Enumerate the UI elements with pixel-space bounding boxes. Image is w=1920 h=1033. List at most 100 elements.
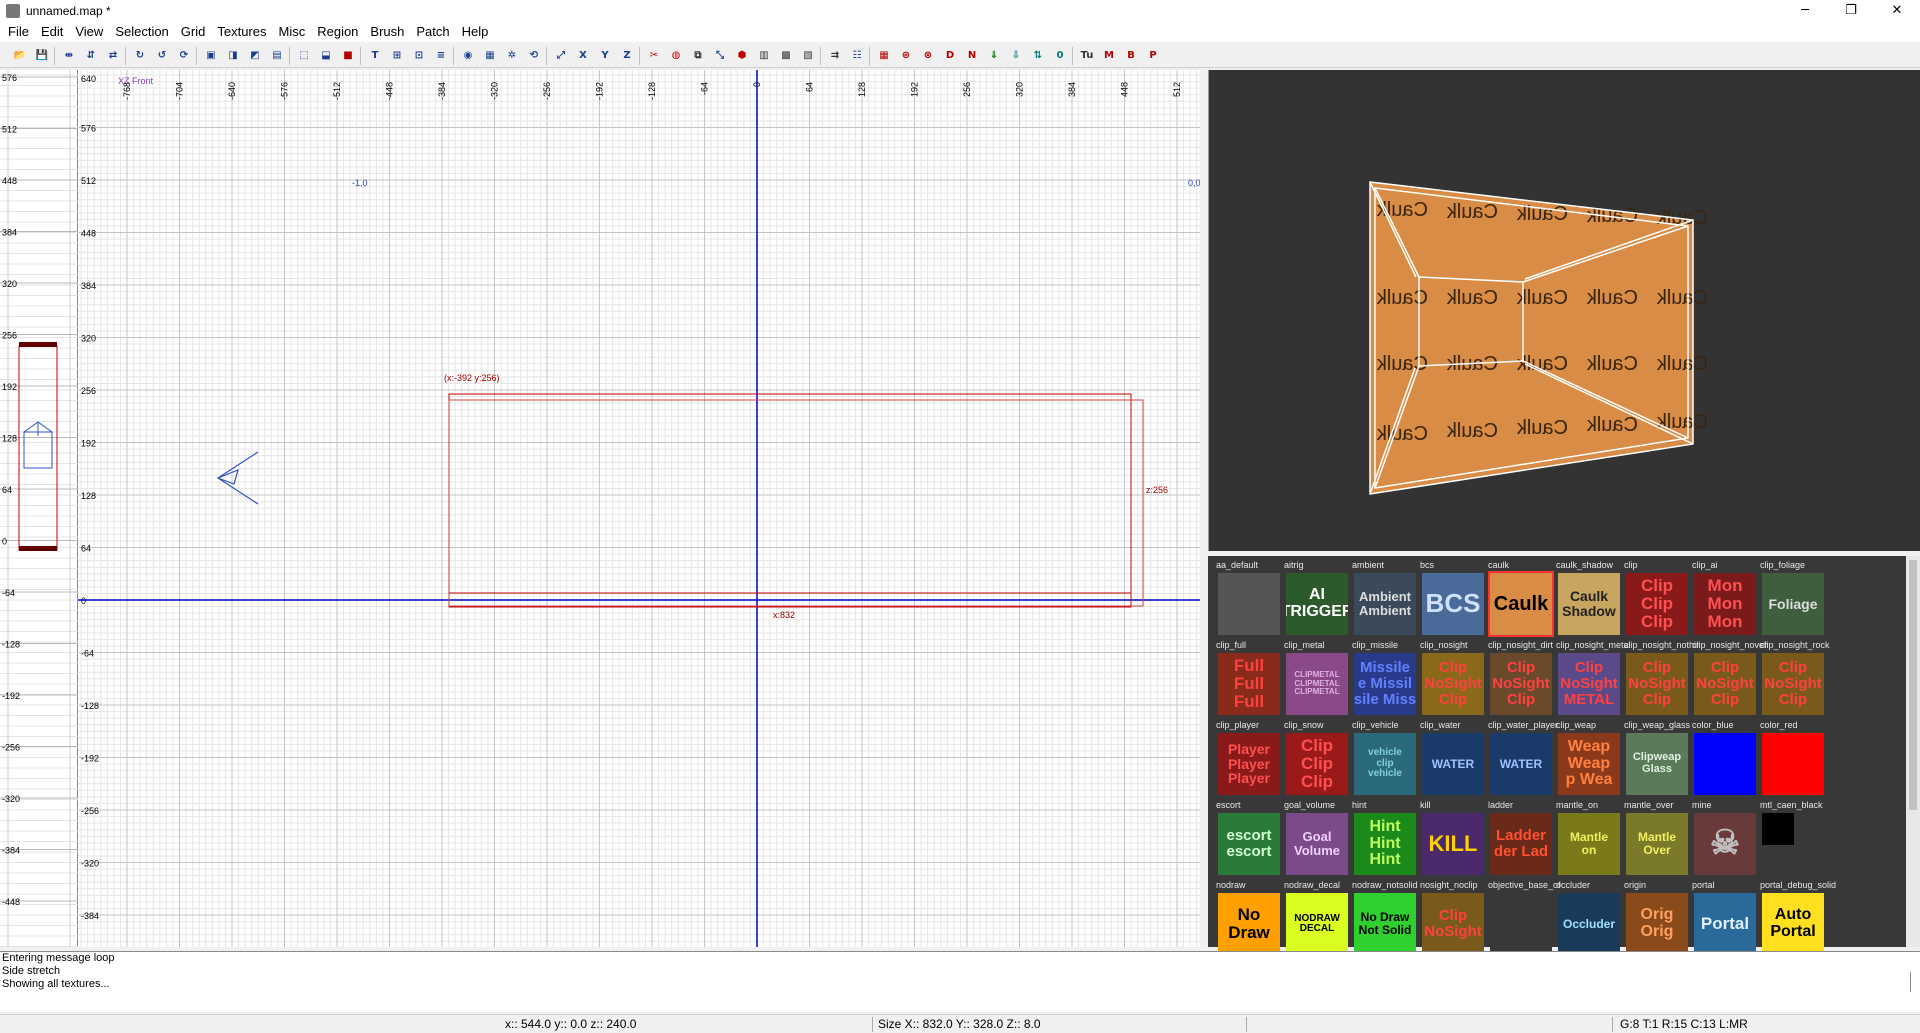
texture-tile[interactable]: clip_foliage Foliage xyxy=(1760,560,1824,638)
rotate-z-icon[interactable]: ⟳ xyxy=(176,47,192,63)
texture-tile[interactable]: occluder Occluder xyxy=(1556,880,1620,958)
texture-tile[interactable]: aa_default xyxy=(1216,560,1280,638)
texture-fit-icon[interactable]: ⊞ xyxy=(389,47,405,63)
texture-tile[interactable]: clip_missile Missile e Missil sile Miss xyxy=(1352,640,1416,718)
z-view[interactable]: 576 512 448 384 320 256 192 128 64 0 -64 -128 -192 -2… xyxy=(0,70,78,947)
texture-tile[interactable]: clip_ai Mon Mon Mon xyxy=(1692,560,1756,638)
ladder-icon[interactable]: ⇅ xyxy=(1030,47,1046,63)
patch-delete-icon[interactable]: ⤡ xyxy=(712,47,728,63)
view-x-icon[interactable]: X xyxy=(575,47,591,63)
texture-tile[interactable]: clip_full Full Full Full xyxy=(1216,640,1280,718)
entity-list-icon[interactable]: ⇉ xyxy=(827,47,843,63)
camera-view[interactable]: Caulk Caulk Caulk Caulk Caulk Caulk Caulk Caulk… xyxy=(1208,70,1920,551)
camera-icon[interactable]: ▦ xyxy=(482,47,498,63)
texture-tile[interactable]: nodraw_decal NODRAW DECAL xyxy=(1284,880,1348,958)
menu-grid[interactable]: Grid xyxy=(175,22,212,42)
tool-m-icon[interactable]: M xyxy=(1101,47,1117,63)
texture-tile[interactable]: nodraw No Draw xyxy=(1216,880,1280,958)
show-spawners-icon[interactable]: ⊗ xyxy=(920,47,936,63)
texture-tile[interactable]: clip_nosight_nothing Clip NoSight Clip xyxy=(1624,640,1700,718)
patch-thicken-icon[interactable]: ▥ xyxy=(756,47,772,63)
texture-lock-icon[interactable]: T xyxy=(367,47,383,63)
patch-cap-icon[interactable]: ⬢ xyxy=(734,47,750,63)
zoom-fit-icon[interactable]: ⤢ xyxy=(553,47,569,63)
texture-tile[interactable]: color_red xyxy=(1760,720,1824,798)
texture-tile[interactable]: mantle_on Mantle on xyxy=(1556,800,1620,878)
camera-canvas[interactable]: Caulk Caulk Caulk Caulk Caulk Caulk Caulk Caulk… xyxy=(1209,70,1920,551)
close-button[interactable]: ✕ xyxy=(1874,0,1920,22)
texture-browser-scrollbar[interactable] xyxy=(1906,556,1920,947)
texture-tile[interactable]: portal Portal xyxy=(1692,880,1756,958)
tool-p-icon[interactable]: P xyxy=(1145,47,1161,63)
texture-tile[interactable]: color_blue xyxy=(1692,720,1756,798)
texture-tile[interactable]: portal_debug_solid Auto Portal xyxy=(1760,880,1836,958)
show-entities-icon[interactable]: ☷ xyxy=(849,47,865,63)
menu-edit[interactable]: Edit xyxy=(35,22,69,42)
patch-bend-icon[interactable]: ◍ xyxy=(668,47,684,63)
texture-tile[interactable]: goal_volume Goal Volume xyxy=(1284,800,1348,878)
texture-tile[interactable]: escort escort escort xyxy=(1216,800,1280,878)
texture-tile[interactable]: ambient Ambient Ambient xyxy=(1352,560,1416,638)
texture-browser[interactable]: aa_defaultaitrigAITRIGGERambientAmbientA… xyxy=(1208,556,1920,955)
menu-misc[interactable]: Misc xyxy=(273,22,312,42)
console[interactable]: Entering message loop Side stretch Showi… xyxy=(0,951,1920,1012)
z-view-canvas[interactable]: 576 512 448 384 320 256 192 128 64 0 -64 -128 -192 -2… xyxy=(0,70,78,947)
texture-tile[interactable]: aitrig AITRIGGER xyxy=(1284,560,1348,638)
arrow-down-green-icon[interactable]: ⇓ xyxy=(986,47,1002,63)
open-icon[interactable]: 📂 xyxy=(12,47,28,63)
texture-tile[interactable]: clip Clip Clip Clip xyxy=(1624,560,1688,638)
tool-b-icon[interactable]: B xyxy=(1123,47,1139,63)
texture-tile[interactable]: clip_metal CLIPMETAL CLIPMETAL CLIPMETAL xyxy=(1284,640,1348,718)
select-touching-icon[interactable]: ⬚ xyxy=(296,47,312,63)
flip-x-icon[interactable]: ⇹ xyxy=(61,47,77,63)
console-scrollbar[interactable] xyxy=(1910,972,1918,992)
texture-cycle-icon[interactable]: ⊡ xyxy=(411,47,427,63)
menu-file[interactable]: File xyxy=(2,22,35,42)
arrow-down-cyan-icon[interactable]: ⇩ xyxy=(1008,47,1024,63)
texture-tile[interactable]: origin Orig Orig xyxy=(1624,880,1688,958)
menu-region[interactable]: Region xyxy=(311,22,364,42)
menu-selection[interactable]: Selection xyxy=(109,22,174,42)
select-complete-icon[interactable]: ■ xyxy=(340,47,356,63)
texture-tile[interactable]: mtl_caen_black xyxy=(1760,800,1824,878)
view-change-icon[interactable]: ⟲ xyxy=(526,47,542,63)
csg-make-room-icon[interactable]: ▤ xyxy=(269,47,285,63)
texture-tile[interactable]: mantle_over Mantle Over xyxy=(1624,800,1688,878)
texture-tile[interactable]: clip_nosight_novehicle ClipNoSightClip xyxy=(1692,640,1768,718)
texture-tile[interactable]: clip_nosight_metal Clip NoSight METAL xyxy=(1556,640,1631,718)
show-n-icon[interactable]: N xyxy=(964,47,980,63)
maximize-button[interactable]: ❐ xyxy=(1828,0,1874,22)
texture-tile[interactable]: hint Hint Hint Hint xyxy=(1352,800,1416,878)
texture-tile[interactable]: clip_weap Weap Weap p Wea xyxy=(1556,720,1620,798)
texture-tile[interactable]: clip_weap_glass Clipweap Glass xyxy=(1624,720,1690,798)
save-icon[interactable]: 💾 xyxy=(34,47,50,63)
rotate-x-icon[interactable]: ↻ xyxy=(132,47,148,63)
zero-icon[interactable]: 0 xyxy=(1052,47,1068,63)
texture-tile[interactable]: caulk Caulk xyxy=(1488,560,1554,638)
patch-drill-icon[interactable]: ▧ xyxy=(800,47,816,63)
scrollbar-thumb[interactable] xyxy=(1909,560,1917,810)
texture-tile[interactable]: nodraw_notsolid No Draw Not Solid xyxy=(1352,880,1418,958)
texture-tile[interactable]: clip_nosight_dirt Clip NoSight Clip xyxy=(1488,640,1553,718)
flip-y-icon[interactable]: ⇵ xyxy=(83,47,99,63)
rotate-y-icon[interactable]: ↺ xyxy=(154,47,170,63)
xz-front-view[interactable]: -768 -704 -640 -576 -512 -448 -384 -320 -256 -192… xyxy=(78,70,1201,947)
texture-tile[interactable]: clip_snow Clip Clip Clip xyxy=(1284,720,1348,798)
texture-layers-icon[interactable]: ≡ xyxy=(433,47,449,63)
csg-hollow-icon[interactable]: ▣ xyxy=(203,47,219,63)
show-paths-icon[interactable]: ⊛ xyxy=(898,47,914,63)
texture-tile[interactable]: clip_nosight_rock Clip NoSight Clip xyxy=(1760,640,1830,718)
texture-tile[interactable]: clip_vehicle vehicle clip vehicle xyxy=(1352,720,1416,798)
patch-weld-icon[interactable]: ▩ xyxy=(778,47,794,63)
tool-tu-icon[interactable]: Tu xyxy=(1079,47,1095,63)
texture-tile[interactable]: mine ☠ xyxy=(1692,800,1756,878)
texture-tile[interactable]: bcs BCS xyxy=(1420,560,1484,638)
texture-tile[interactable]: clip_nosight Clip NoSight Clip xyxy=(1420,640,1484,718)
texture-tile[interactable]: kill KILL xyxy=(1420,800,1484,878)
csg-merge-icon[interactable]: ◩ xyxy=(247,47,263,63)
minimize-button[interactable]: ─ xyxy=(1782,0,1828,22)
select-partial-icon[interactable]: ⬓ xyxy=(318,47,334,63)
camera-mode-icon[interactable]: ✲ xyxy=(504,47,520,63)
view-y-icon[interactable]: Y xyxy=(597,47,613,63)
texture-tile[interactable]: nosight_noclip Clip NoSight xyxy=(1420,880,1484,958)
